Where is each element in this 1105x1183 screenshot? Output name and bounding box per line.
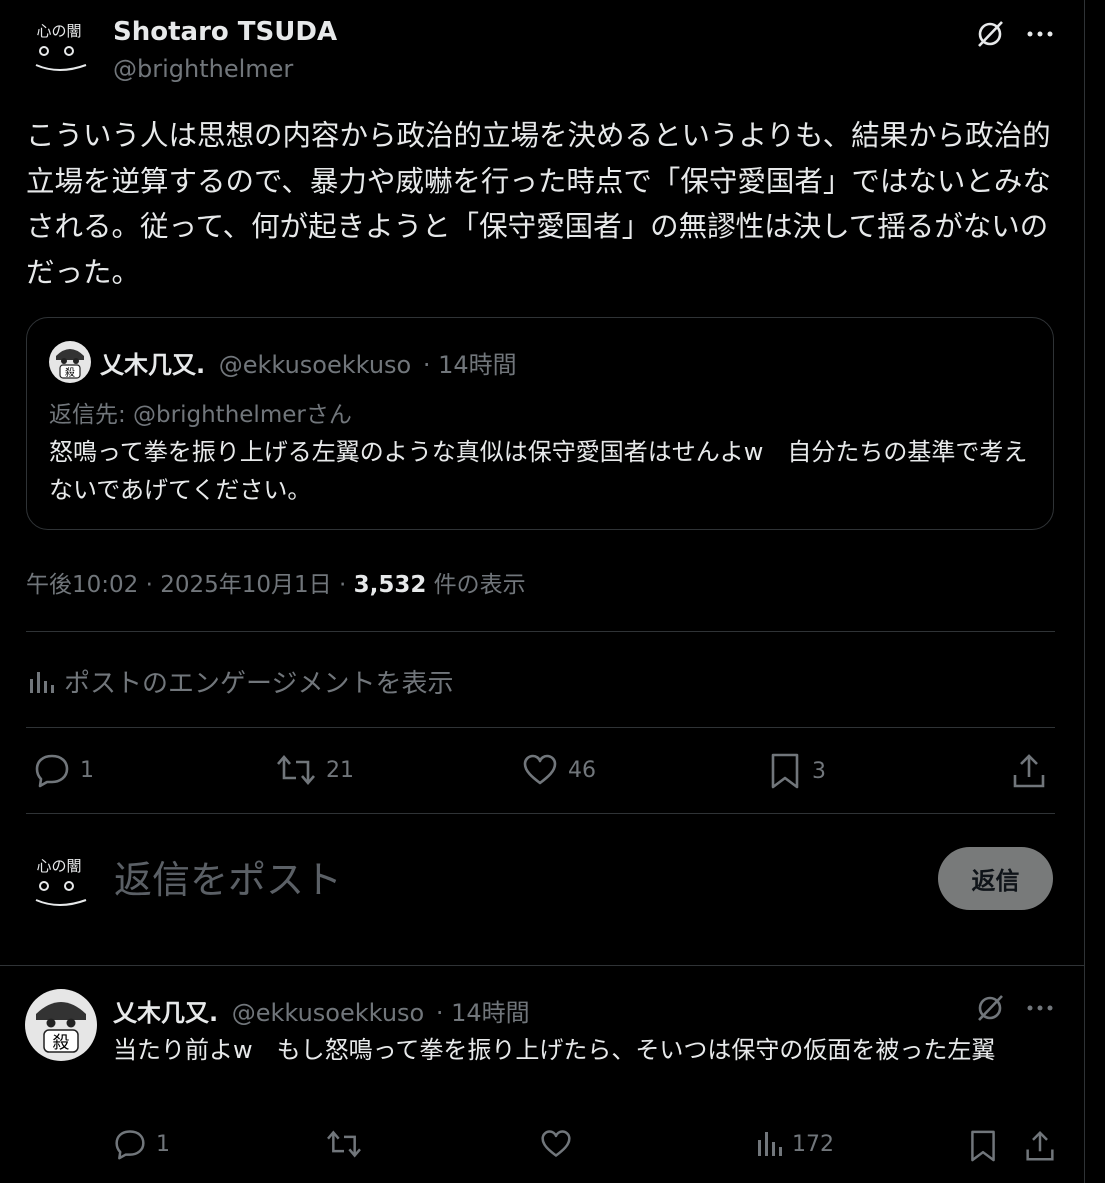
quoted-post-text: 怒鳴って拳を振り上げる左翼のような真似は保守愛国者はせんよw 自分たちの基準で考…: [49, 438, 1028, 504]
analytics-icon: [758, 1132, 782, 1156]
bookmark-button[interactable]: 3: [768, 752, 826, 790]
avatar-text: 心の闇: [36, 22, 81, 40]
reply-post-views-count: 172: [792, 1131, 834, 1157]
reply-post-share-button[interactable]: [1022, 1128, 1058, 1164]
reply-post-views[interactable]: 172: [756, 1130, 834, 1158]
reply-post-time[interactable]: · 14時間: [436, 999, 530, 1027]
share-icon: [1013, 754, 1045, 788]
reply-post-repost-button[interactable]: [326, 1128, 362, 1160]
reply-grok-icon[interactable]: [970, 988, 1010, 1028]
reply-post-like-button[interactable]: [540, 1128, 572, 1160]
divider: [26, 813, 1055, 814]
engagement-link-label: ポストのエンゲージメントを表示: [64, 669, 454, 699]
reply-icon: [35, 754, 69, 788]
reply-input[interactable]: [114, 852, 914, 908]
quoted-post-card[interactable]: 殺 乂木几又. @ekkusoekkuso · 14時間 返信先: @brigh…: [26, 317, 1054, 530]
column-border: [1084, 0, 1085, 1183]
my-avatar[interactable]: 心の闇: [26, 848, 92, 914]
heart-icon: [541, 1130, 571, 1157]
reply-post-reply-count: 1: [156, 1131, 170, 1157]
reply-avatar-mask-text: 殺: [53, 1033, 70, 1053]
reply-more-options-icon[interactable]: [1020, 988, 1060, 1028]
grok-icon[interactable]: [970, 14, 1010, 54]
reply-button[interactable]: 1: [34, 752, 94, 788]
share-icon: [1026, 1131, 1054, 1161]
post-timestamp[interactable]: 午後10:02 · 2025年10月1日 ·: [26, 572, 354, 598]
like-count: 46: [568, 757, 596, 783]
quoted-post-time: · 14時間: [422, 351, 517, 379]
section-divider: [0, 965, 1084, 966]
like-button[interactable]: 46: [522, 752, 596, 788]
more-options-icon[interactable]: [1020, 14, 1060, 54]
repost-count: 21: [326, 757, 354, 783]
divider: [26, 631, 1055, 632]
bookmark-icon: [771, 753, 799, 789]
analytics-icon: [30, 671, 54, 693]
repost-button[interactable]: 21: [276, 752, 354, 788]
quoted-reply-to: 返信先: @brighthelmerさん: [49, 402, 352, 428]
my-avatar-text: 心の闇: [36, 857, 81, 875]
reply-count: 1: [80, 757, 94, 783]
author-name[interactable]: Shotaro TSUDA: [113, 17, 337, 47]
bookmark-icon: [971, 1130, 995, 1162]
quoted-author-name: 乂木几又.: [100, 351, 206, 379]
reply-submit-button[interactable]: 返信: [938, 847, 1053, 910]
reply-post-bookmark-button[interactable]: [965, 1128, 1001, 1164]
repost-icon: [327, 1130, 361, 1158]
reply-author-avatar[interactable]: 殺: [24, 988, 98, 1062]
repost-icon: [277, 755, 315, 785]
views-label: 件の表示: [426, 572, 526, 598]
post-text: こういう人は思想の内容から政治的立場を決めるというよりも、結果から政治的立場を逆…: [26, 119, 1051, 289]
reply-post-text: 当たり前よw もし怒鳴って拳を振り上げたら、そいつは保守の仮面を被った左翼: [113, 1036, 996, 1064]
author-avatar[interactable]: 心の闇: [26, 13, 92, 79]
quoted-author-handle: @ekkusoekkuso: [218, 351, 412, 379]
reply-post-reply-button[interactable]: 1: [114, 1128, 170, 1160]
bookmark-count: 3: [812, 758, 826, 784]
heart-icon: [523, 754, 557, 785]
views-count: 3,532: [353, 572, 427, 598]
reply-author-name[interactable]: 乂木几又.: [113, 999, 218, 1027]
reply-author-handle[interactable]: @ekkusoekkuso: [232, 999, 424, 1027]
reply-icon: [115, 1130, 145, 1160]
quoted-author-avatar: 殺: [48, 340, 92, 384]
share-button[interactable]: [1010, 752, 1048, 790]
post-meta: 午後10:02 · 2025年10月1日 · 3,532 件の表示: [26, 565, 526, 599]
quoted-avatar-mask-text: 殺: [65, 366, 75, 379]
post-engagement-link[interactable]: ポストのエンゲージメントを表示: [28, 663, 453, 700]
author-handle[interactable]: @brighthelmer: [113, 55, 293, 83]
divider: [26, 727, 1055, 728]
